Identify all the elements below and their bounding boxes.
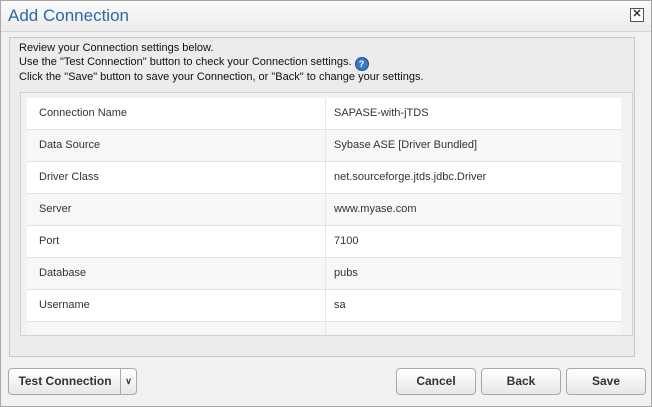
test-connection-dropdown-button[interactable]: ∨ xyxy=(120,368,137,395)
test-connection-button[interactable]: Test Connection xyxy=(8,368,122,395)
save-button[interactable]: Save xyxy=(566,368,646,395)
dialog-titlebar: Add Connection ✕ xyxy=(1,1,651,32)
add-connection-dialog: Add Connection ✕ Review your Connection … xyxy=(0,0,652,407)
instructions: Review your Connection settings below. U… xyxy=(19,42,424,84)
setting-value: Sybase ASE [Driver Bundled] xyxy=(334,139,478,151)
instruction-line-1: Review your Connection settings below. xyxy=(19,42,214,54)
table-row: Server www.myase.com xyxy=(27,194,621,226)
table-row: Port 7100 xyxy=(27,226,621,258)
setting-label: Server xyxy=(39,203,72,215)
table-row: Data Source Sybase ASE [Driver Bundled] xyxy=(27,130,621,162)
column-divider xyxy=(325,98,326,129)
column-divider xyxy=(325,290,326,321)
instruction-line-2: Use the "Test Connection" button to chec… xyxy=(19,56,424,71)
close-icon[interactable]: ✕ xyxy=(630,8,644,22)
setting-value: www.myase.com xyxy=(334,203,417,215)
setting-label: Username xyxy=(39,299,90,311)
column-divider xyxy=(325,130,326,161)
back-button[interactable]: Back xyxy=(481,368,561,395)
dialog-title: Add Connection xyxy=(8,6,129,25)
help-icon[interactable]: ? xyxy=(354,56,369,71)
column-divider xyxy=(325,258,326,289)
column-divider xyxy=(325,194,326,225)
instruction-line-3: Click the "Save" button to save your Con… xyxy=(19,70,424,83)
cancel-button[interactable]: Cancel xyxy=(396,368,476,395)
setting-value: net.sourceforge.jtds.jdbc.Driver xyxy=(334,171,487,183)
table-row: Connection Name SAPASE-with-jTDS xyxy=(27,98,621,130)
table-row xyxy=(27,322,621,335)
setting-value: pubs xyxy=(334,267,358,279)
table-row: Driver Class net.sourceforge.jtds.jdbc.D… xyxy=(27,162,621,194)
setting-label: Driver Class xyxy=(39,171,99,183)
setting-value: sa xyxy=(334,299,346,311)
setting-value: 7100 xyxy=(334,235,359,247)
setting-label: Database xyxy=(39,267,87,279)
setting-label: Data Source xyxy=(39,139,101,151)
instruction-line-2-text: Use the "Test Connection" button to chec… xyxy=(19,55,352,68)
setting-label: Connection Name xyxy=(39,107,128,119)
setting-label: Port xyxy=(39,235,60,247)
settings-panel: Review your Connection settings below. U… xyxy=(9,37,635,357)
column-divider xyxy=(325,322,326,335)
table-row: Username sa xyxy=(27,290,621,322)
table-row: Database pubs xyxy=(27,258,621,290)
column-divider xyxy=(325,226,326,257)
settings-table: Connection Name SAPASE-with-jTDS Data So… xyxy=(20,92,633,336)
column-divider xyxy=(325,162,326,193)
setting-value: SAPASE-with-jTDS xyxy=(334,107,429,119)
